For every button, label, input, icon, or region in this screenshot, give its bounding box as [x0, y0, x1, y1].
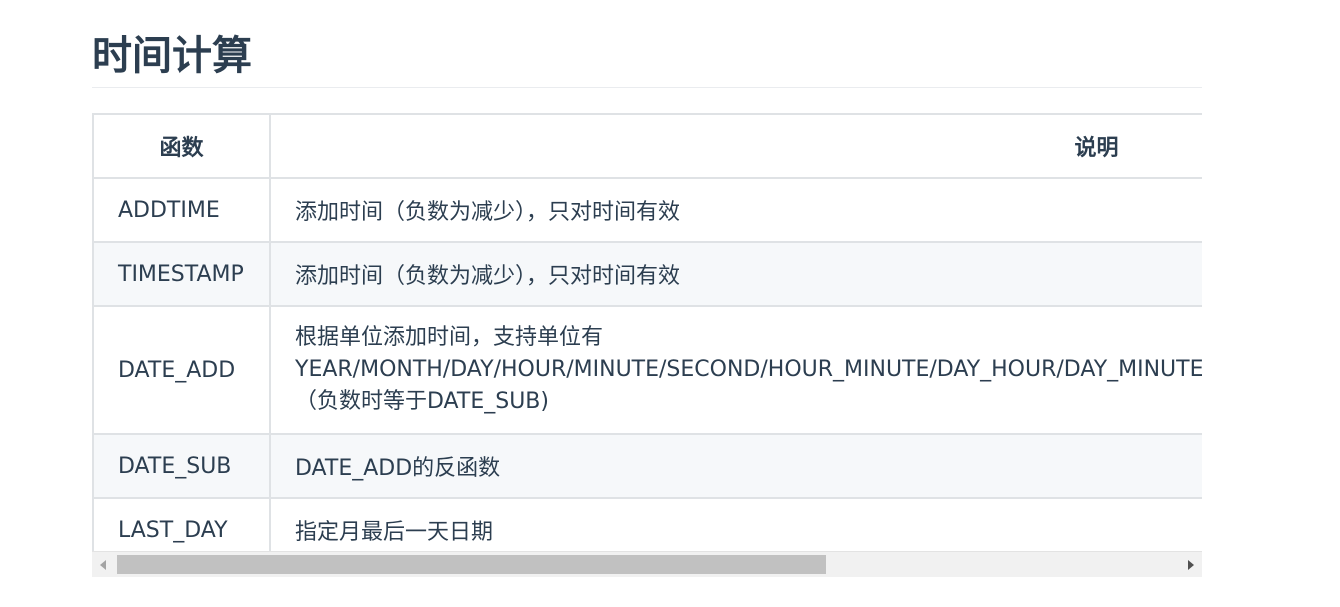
table-row: DATE_SUB DATE_ADD的反函数 — [92, 433, 1202, 499]
function-description-cell: 添加时间（负数为减少），只对时间有效 — [269, 241, 1202, 307]
scroll-left-arrow-icon[interactable] — [92, 552, 114, 577]
column-header-function: 函数 — [92, 113, 271, 179]
function-description-cell: 根据单位添加时间，支持单位有 YEAR/MONTH/DAY/HOUR/MINUT… — [269, 305, 1202, 435]
description-line: （负数时等于DATE_SUB) — [295, 389, 549, 414]
table-row: ADDTIME 添加时间（负数为减少），只对时间有效 — [92, 177, 1202, 243]
table-row: TIMESTAMP 添加时间（负数为减少），只对时间有效 — [92, 241, 1202, 307]
function-name-cell: DATE_ADD — [92, 305, 271, 435]
table-header-row: 函数 说明 — [92, 113, 1202, 179]
horizontal-scrollbar[interactable] — [92, 551, 1202, 577]
function-name-cell: TIMESTAMP — [92, 241, 271, 307]
table-scroll-container[interactable]: 函数 说明 ADDTIME 添加时间（负数为减少），只对时间有效 TIMESTA… — [92, 113, 1202, 577]
column-header-description: 说明 — [269, 113, 1202, 179]
scroll-right-arrow-icon[interactable] — [1180, 552, 1202, 577]
section-title: 时间计算 — [92, 33, 252, 79]
function-name-cell: ADDTIME — [92, 177, 271, 243]
title-divider — [92, 87, 1202, 88]
scrollbar-thumb[interactable] — [117, 555, 826, 574]
function-description-cell: 添加时间（负数为减少），只对时间有效 — [269, 177, 1202, 243]
description-line: 根据单位添加时间，支持单位有 — [295, 325, 604, 350]
description-line: YEAR/MONTH/DAY/HOUR/MINUTE/SECOND/HOUR_M… — [295, 357, 1202, 382]
function-description-cell: DATE_ADD的反函数 — [269, 433, 1202, 499]
function-name-cell: DATE_SUB — [92, 433, 271, 499]
functions-table: 函数 说明 ADDTIME 添加时间（负数为减少），只对时间有效 TIMESTA… — [92, 113, 1202, 563]
table-row: DATE_ADD 根据单位添加时间，支持单位有 YEAR/MONTH/DAY/H… — [92, 305, 1202, 435]
